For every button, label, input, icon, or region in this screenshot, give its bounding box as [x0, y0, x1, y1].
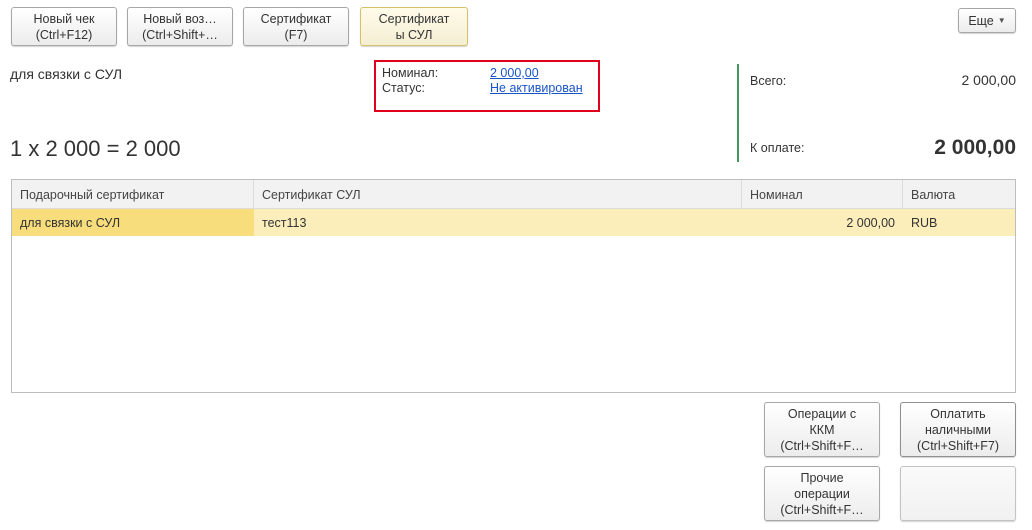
- new-receipt-label: Новый чек: [33, 11, 95, 26]
- column-header-currency[interactable]: Валюта: [903, 180, 1015, 208]
- certificate-label: Сертификат: [260, 11, 332, 26]
- status-value-link[interactable]: Не активирован: [490, 81, 583, 95]
- empty-action-button[interactable]: [900, 466, 1016, 521]
- pay-cash-button[interactable]: Оплатить наличными (Ctrl+Shift+F7): [900, 402, 1016, 457]
- certificates-sul-label-1: Сертификат: [378, 11, 450, 26]
- new-return-shortcut: (Ctrl+Shift+…: [142, 27, 218, 42]
- pay-cash-label-1: Оплатить: [930, 406, 986, 421]
- table-header: Подарочный сертификат Сертификат СУЛ Ном…: [12, 180, 1015, 209]
- certificates-table: Подарочный сертификат Сертификат СУЛ Ном…: [11, 179, 1016, 393]
- nominal-label: Номинал:: [382, 66, 439, 80]
- other-operations-button[interactable]: Прочие операции (Ctrl+Shift+F…: [764, 466, 880, 521]
- cell-gift-certificate[interactable]: для связки с СУЛ: [12, 209, 254, 236]
- new-return-button[interactable]: Новый воз… (Ctrl+Shift+…: [127, 7, 233, 46]
- certificates-sul-button[interactable]: Сертификат ы СУЛ: [360, 7, 468, 46]
- other-operations-label-2: операции: [794, 486, 850, 501]
- more-label: Еще: [968, 13, 994, 28]
- table-row[interactable]: для связки с СУЛ тест113 2 000,00 RUB: [12, 209, 1015, 236]
- cell-nominal[interactable]: 2 000,00: [742, 209, 903, 236]
- pay-cash-label-2: наличными: [924, 422, 992, 437]
- certificates-sul-label-2: ы СУЛ: [395, 27, 433, 42]
- kkm-operations-button[interactable]: Операции с ККМ (Ctrl+Shift+F…: [764, 402, 880, 457]
- kkm-operations-label-1: Операции с: [787, 406, 857, 421]
- new-receipt-button[interactable]: Новый чек (Ctrl+F12): [11, 7, 117, 46]
- pay-cash-shortcut: (Ctrl+Shift+F7): [917, 438, 999, 453]
- to-pay-label: К оплате:: [750, 141, 805, 155]
- chevron-down-icon: ▼: [997, 16, 1006, 25]
- nominal-value-link[interactable]: 2 000,00: [490, 66, 539, 80]
- certificate-title: для связки с СУЛ: [10, 66, 123, 82]
- total-label: Всего:: [750, 74, 787, 88]
- kkm-operations-shortcut: (Ctrl+Shift+F…: [780, 438, 864, 453]
- column-header-nominal[interactable]: Номинал: [742, 180, 903, 208]
- column-header-sul-certificate[interactable]: Сертификат СУЛ: [254, 180, 742, 208]
- certificate-info-box: Номинал: 2 000,00 Статус: Не активирован: [374, 60, 600, 112]
- summary-divider: [737, 64, 739, 162]
- new-receipt-shortcut: (Ctrl+F12): [35, 27, 93, 42]
- certificate-shortcut: (F7): [284, 27, 308, 42]
- quantity-formula: 1 x 2 000 = 2 000: [10, 136, 181, 161]
- cell-sul-certificate[interactable]: тест113: [254, 209, 742, 236]
- new-return-label: Новый воз…: [143, 11, 217, 26]
- total-value: 2 000,00: [961, 72, 1017, 88]
- column-header-gift-certificate[interactable]: Подарочный сертификат: [12, 180, 254, 208]
- other-operations-label-1: Прочие: [800, 470, 844, 485]
- more-button[interactable]: Еще ▼: [958, 8, 1016, 33]
- to-pay-value: 2 000,00: [934, 136, 1016, 159]
- status-label: Статус:: [382, 81, 425, 95]
- kkm-operations-label-2: ККМ: [809, 422, 835, 437]
- cell-currency[interactable]: RUB: [903, 209, 1015, 236]
- certificate-button[interactable]: Сертификат (F7): [243, 7, 349, 46]
- other-operations-shortcut: (Ctrl+Shift+F…: [780, 502, 864, 517]
